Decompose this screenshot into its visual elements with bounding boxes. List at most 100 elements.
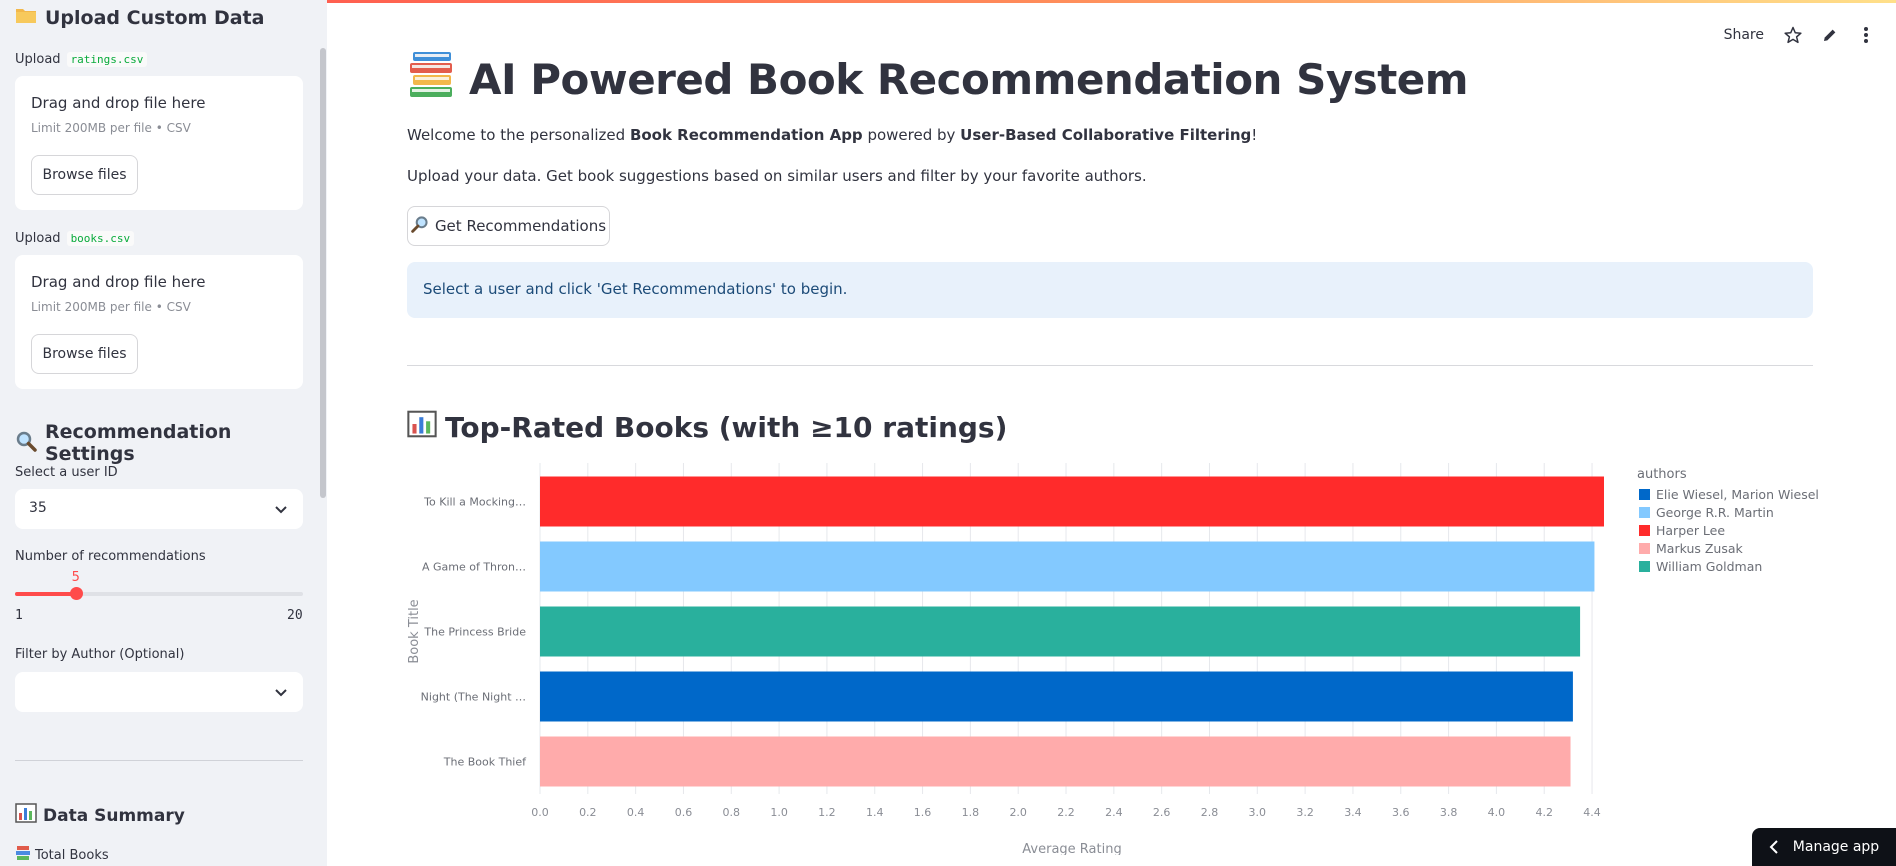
more-menu-icon[interactable]	[1858, 26, 1874, 44]
y-axis-label: Book Title	[407, 599, 422, 663]
upload-heading: Upload Custom Data	[15, 6, 264, 29]
edit-pencil-icon[interactable]	[1822, 27, 1838, 43]
section-divider	[407, 365, 1813, 366]
user-id-value: 35	[29, 500, 47, 516]
x-tick-label: 0.2	[579, 806, 597, 819]
legend-title: authors	[1637, 467, 1687, 482]
chart-heading-text: Top-Rated Books (with ≥10 ratings)	[445, 411, 1008, 444]
x-tick-label: 2.8	[1201, 806, 1219, 819]
legend-swatch	[1639, 507, 1650, 518]
chevron-down-icon	[275, 506, 287, 514]
total-books-label: Total Books	[15, 845, 109, 865]
x-axis-label: Average Rating	[1022, 842, 1121, 855]
ratings-upload-prefix: Upload	[15, 52, 61, 67]
slider-thumb[interactable]	[69, 587, 83, 600]
legend-swatch	[1639, 543, 1650, 554]
x-tick-label: 4.0	[1488, 806, 1506, 819]
books-upload-prefix: Upload	[15, 231, 61, 246]
summary-heading: Data Summary	[15, 803, 185, 828]
star-icon[interactable]	[1784, 26, 1802, 44]
x-tick-label: 2.4	[1105, 806, 1123, 819]
settings-heading-text: Recommendation Settings	[45, 421, 232, 465]
page-title-text: AI Powered Book Recommendation System	[469, 54, 1469, 104]
user-select-label: Select a user ID	[15, 465, 118, 480]
legend-entry: George R.R. Martin	[1656, 505, 1774, 520]
subtitle-paragraph: Upload your data. Get book suggestions b…	[407, 167, 1147, 185]
search-icon	[411, 215, 429, 237]
legend-swatch	[1639, 525, 1650, 536]
get-recommendations-button[interactable]: Get Recommendations	[407, 206, 610, 246]
intro-bold-1: Book Recommendation App	[629, 126, 863, 144]
manage-app-label: Manage app	[1792, 839, 1880, 855]
x-tick-label: 0.0	[531, 806, 549, 819]
sidebar: Upload Custom Data Upload ratings.csv Dr…	[0, 0, 327, 866]
author-filter-select[interactable]	[15, 672, 303, 712]
intro-bold-2: User-Based Collaborative Filtering	[960, 126, 1252, 144]
share-button[interactable]: Share	[1724, 27, 1764, 43]
y-tick-label: A Game of Thron…	[422, 561, 526, 574]
books-upload-label: Upload books.csv	[15, 231, 135, 246]
num-recs-slider[interactable]	[15, 587, 303, 600]
legend-swatch	[1639, 561, 1650, 572]
author-filter-label: Filter by Author (Optional)	[15, 647, 185, 662]
x-tick-label: 2.0	[1009, 806, 1027, 819]
intro-text-2: powered by	[862, 126, 961, 144]
dropzone-limit: Limit 200MB per file • CSV	[31, 121, 191, 135]
get-recommendations-label: Get Recommendations	[434, 217, 607, 235]
settings-heading: Recommendation Settings	[15, 421, 327, 465]
x-tick-label: 3.2	[1296, 806, 1314, 819]
bar-3	[540, 671, 1573, 722]
browse-files-button[interactable]: Browse files	[31, 155, 138, 195]
num-recs-label: Number of recommendations	[15, 549, 206, 564]
dropzone-limit: Limit 200MB per file • CSV	[31, 300, 191, 314]
x-tick-label: 0.6	[675, 806, 693, 819]
manage-app-button[interactable]: Manage app	[1752, 828, 1896, 866]
books-file-name: books.csv	[66, 231, 135, 246]
legend-entry: Markus Zusak	[1656, 541, 1744, 556]
x-tick-label: 1.6	[914, 806, 932, 819]
books-dropzone[interactable]: Drag and drop file here Limit 200MB per …	[15, 255, 303, 389]
bar-2	[540, 606, 1581, 657]
magnifier-icon	[15, 430, 37, 457]
user-id-select[interactable]: 35	[15, 489, 303, 529]
y-tick-label: Night (The Night …	[421, 691, 526, 704]
folder-icon	[15, 6, 37, 29]
total-books-text: Total Books	[35, 847, 109, 863]
books-icon	[15, 845, 31, 865]
x-tick-label: 1.4	[866, 806, 884, 819]
bar-4	[540, 736, 1571, 787]
x-tick-label: 0.4	[627, 806, 645, 819]
ratings-file-name: ratings.csv	[66, 52, 148, 67]
bar-1	[540, 541, 1595, 592]
x-tick-label: 3.8	[1440, 806, 1458, 819]
slider-min-label: 1	[15, 608, 23, 623]
chart-heading: Top-Rated Books (with ≥10 ratings)	[407, 410, 1007, 445]
bar-chart-icon	[15, 803, 37, 828]
slider-max-label: 20	[287, 608, 303, 623]
ratings-dropzone[interactable]: Drag and drop file here Limit 200MB per …	[15, 76, 303, 210]
legend-entry: William Goldman	[1656, 559, 1762, 574]
legend-entry: Harper Lee	[1656, 523, 1725, 538]
chevron-left-icon	[1769, 840, 1778, 854]
x-tick-label: 0.8	[723, 806, 741, 819]
dropzone-title: Drag and drop file here	[31, 273, 206, 291]
main-content: Share AI Powered Book Recommendation Sys…	[327, 0, 1896, 866]
intro-paragraph: Welcome to the personalized Book Recomme…	[407, 126, 1257, 144]
y-tick-label: To Kill a Mocking…	[423, 496, 526, 509]
x-tick-label: 3.4	[1344, 806, 1362, 819]
y-tick-label: The Princess Bride	[423, 626, 526, 639]
x-tick-label: 3.6	[1392, 806, 1410, 819]
legend-swatch	[1639, 489, 1650, 500]
slider-fill	[15, 592, 76, 596]
slider-current-value: 5	[71, 570, 80, 585]
y-tick-label: The Book Thief	[443, 756, 527, 769]
intro-text-1: Welcome to the personalized	[407, 126, 630, 144]
ratings-upload-label: Upload ratings.csv	[15, 52, 148, 67]
page-title: AI Powered Book Recommendation System	[407, 50, 1469, 108]
browse-files-button[interactable]: Browse files	[31, 334, 138, 374]
x-tick-label: 2.6	[1153, 806, 1171, 819]
top-rated-books-chart[interactable]: 0.0 0.2 0.4 0.6 0.8 1.0 1.2 1.4 1.6 1.8 2.0 2.2 2.4 2…	[407, 455, 1827, 855]
bar-0	[540, 476, 1604, 527]
header-actions: Share	[1724, 26, 1874, 44]
intro-text-3: !	[1251, 126, 1258, 144]
